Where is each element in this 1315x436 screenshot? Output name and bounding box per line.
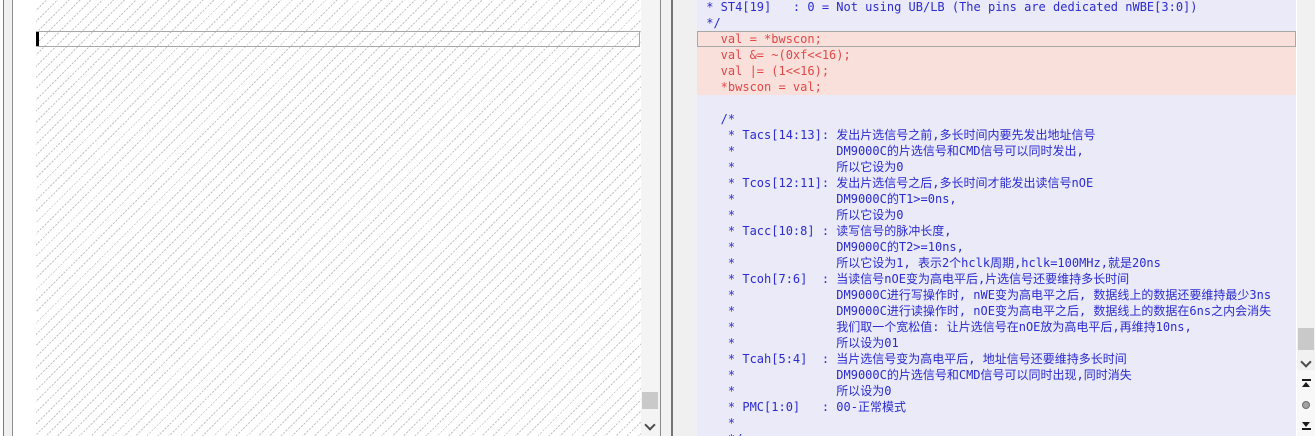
current-line-box-left (36, 31, 640, 47)
code-line: * Tacs[14:13]: 发出片选信号之前,多长时间内要先发出地址信号 (699, 128, 1096, 142)
code-line: * DM9000C的片选信号和CMD信号可以同时出现,同时消失 (699, 368, 1132, 382)
code-line: * Tcah[5:4] : 当片选信号变为高电平后, 地址信号还要维持多长时间 (699, 352, 1127, 366)
code-line: */ (699, 16, 721, 30)
code-line: * DM9000C的T1>=0ns, (699, 192, 957, 206)
code-line: * (699, 416, 736, 430)
code-line: * DM9000C的T2>=10ns, (699, 240, 964, 254)
code-line: *bwscon = val; (697, 79, 1296, 95)
code-line: * DM9000C进行读操作时, nOE变为高电平之后, 数据线上的数据在6ns… (699, 304, 1272, 318)
code-line: * DM9000C的片选信号和CMD信号可以同时发出, (699, 144, 1084, 158)
text-compare-window: { "app": { "view": "side-by-side-text-co… (0, 0, 1315, 436)
right-pane-gutter (673, 0, 697, 436)
code-line: * 所以它设为0 (699, 160, 904, 174)
code-line: * Tcoh[7:6] : 当读信号nOE变为高电平后,片选信号还要维持多长时间 (699, 272, 1130, 286)
right-scrollbar[interactable] (1297, 0, 1315, 370)
code-line: * 所以设为0 (699, 384, 892, 398)
code-line: val |= (1<<16); (697, 63, 1296, 79)
chevron-down-icon (1300, 356, 1312, 368)
scrollbar-extra-buttons (1297, 370, 1315, 436)
missing-lines-hatch (36, 0, 641, 436)
center-current-button[interactable] (1297, 398, 1315, 411)
code-line: * Tcos[12:11]: 发出片选信号之后,多长时间才能发出读信号nOE (699, 176, 1094, 190)
code-line: /* (699, 112, 736, 126)
code-line-current: val = *bwscon; (697, 31, 1296, 47)
code-line: * ST4[19] : 0 = Not using UB/LB (The pin… (699, 0, 1198, 14)
code-line: val &= ~(0xf<<16); (697, 47, 1296, 63)
left-pane-editor[interactable] (13, 0, 641, 436)
pane-splitter[interactable] (661, 0, 671, 436)
code-line: * 所以设为01 (699, 336, 899, 350)
scroll-down-icon[interactable] (641, 419, 659, 433)
code-line: * 所以它设为1, 表示2个hclk周期,hclk=100MHz,就是20ns (699, 256, 1161, 270)
right-pane-editor[interactable]: * ST4[19] : 0 = Not using UB/LB (The pin… (697, 0, 1296, 436)
code-line: */ (697, 431, 1296, 436)
triangle-down-with-bar-icon (1302, 421, 1310, 427)
code-line: * Tacc[10:8] : 读写信号的脉冲长度, (699, 224, 952, 238)
jump-to-top-button[interactable] (1297, 376, 1315, 389)
window-border-line (3, 0, 4, 436)
code-line: * PMC[1:0] : 00-正常模式 (699, 400, 906, 414)
code-line: * DM9000C进行写操作时, nWE变为高电平之后, 数据线上的数据还要维持… (699, 288, 1272, 302)
text-caret (36, 32, 39, 46)
gray-circle-icon (1302, 400, 1310, 409)
scroll-down-icon[interactable] (1297, 356, 1315, 370)
code-line: * 所以它设为0 (699, 208, 904, 222)
code-lines: * ST4[19] : 0 = Not using UB/LB (The pin… (697, 0, 1296, 436)
chevron-down-icon (644, 419, 656, 431)
left-scrollbar[interactable] (641, 0, 659, 436)
code-line: * 我们取一个宽松值: 让片选信号在nOE放为高电平后,再维持10ns, (699, 320, 1192, 334)
triangle-up-with-bar-icon (1301, 378, 1311, 381)
jump-to-bottom-button[interactable] (1297, 419, 1315, 432)
right-scrollbar-thumb[interactable] (1298, 328, 1314, 350)
left-scrollbar-thumb[interactable] (642, 392, 658, 409)
